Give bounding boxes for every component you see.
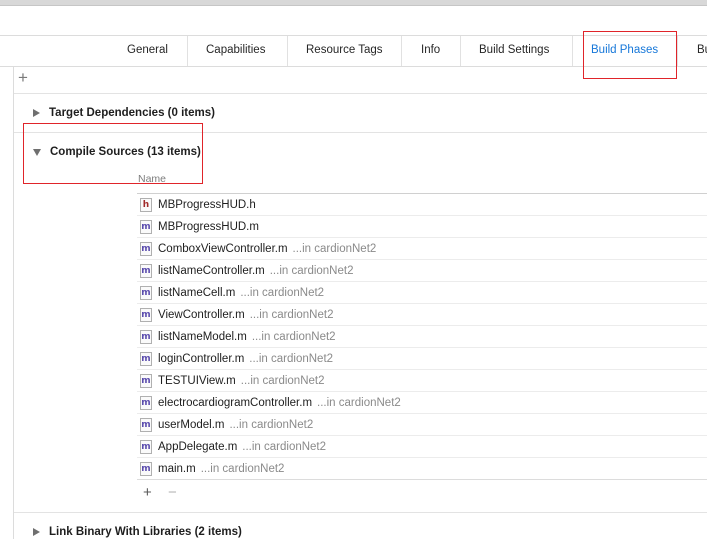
file-location: ...in cardionNet2	[240, 374, 325, 387]
m-file-icon: m	[140, 417, 152, 432]
file-name: MBProgressHUD.m	[158, 220, 259, 233]
file-name: electrocardiogramController.m	[158, 396, 313, 409]
compile-sources-title: Compile Sources (13 items)	[50, 146, 201, 158]
tab-separator	[460, 36, 461, 66]
disclosure-triangle-icon[interactable]	[33, 109, 40, 117]
left-border	[13, 66, 14, 539]
file-location: ...in cardionNet2	[317, 396, 401, 409]
file-name: ViewController.m	[158, 308, 245, 321]
tab-capabilities[interactable]: Capabilities	[206, 36, 265, 66]
tab-build-settings[interactable]: Build Settings	[479, 36, 549, 66]
remove-source-button[interactable]: −	[168, 485, 177, 501]
m-file-icon: m	[140, 439, 152, 454]
link-binary-title: Link Binary With Libraries (2 items)	[49, 526, 242, 538]
tab-separator	[401, 36, 402, 66]
editor-tab-bar: General Capabilities Resource Tags Info …	[0, 35, 707, 67]
divider	[14, 132, 707, 133]
compile-sources-table: h MBProgressHUD.h m MBProgressHUD.m m ComboxV…	[137, 194, 707, 480]
file-location: ...in cardionNet2	[251, 330, 336, 343]
file-name: listNameCell.m	[158, 286, 236, 299]
m-file-icon: m	[140, 219, 152, 234]
file-location: ...in cardionNet2	[292, 242, 377, 255]
m-file-icon: m	[140, 241, 152, 256]
file-location: ...in cardionNet2	[229, 418, 314, 431]
tab-resource-tags[interactable]: Resource Tags	[306, 36, 383, 66]
top-divider	[0, 5, 707, 6]
file-name: userModel.m	[158, 418, 225, 431]
tab-separator	[187, 36, 188, 66]
table-row[interactable]: m listNameCell.m ...in cardionNet2	[137, 282, 707, 304]
file-name: TESTUIView.m	[158, 374, 236, 387]
m-file-icon: m	[140, 263, 152, 278]
table-row[interactable]: m userModel.m ...in cardionNet2	[137, 414, 707, 436]
file-name: listNameController.m	[158, 264, 265, 277]
table-row[interactable]: m ViewController.m ...in cardionNet2	[137, 304, 707, 326]
file-name: AppDelegate.m	[158, 440, 238, 453]
file-location: ...in cardionNet2	[249, 352, 334, 365]
tab-separator	[572, 36, 573, 66]
m-file-icon: m	[140, 373, 152, 388]
target-dependencies-title: Target Dependencies (0 items)	[49, 107, 215, 119]
m-file-icon: m	[140, 395, 152, 410]
tab-info[interactable]: Info	[421, 36, 440, 66]
tab-build-phases[interactable]: Build Phases	[591, 36, 658, 66]
table-row[interactable]: m ComboxViewController.m ...in cardionNet2	[137, 238, 707, 260]
table-row[interactable]: m AppDelegate.m ...in cardionNet2	[137, 436, 707, 458]
table-row[interactable]: m main.m ...in cardionNet2	[137, 458, 707, 480]
divider	[14, 93, 707, 94]
tab-general[interactable]: General	[127, 36, 168, 66]
compile-sources-section[interactable]: Compile Sources (13 items)	[33, 144, 201, 160]
file-name: listNameModel.m	[158, 330, 247, 343]
file-name: main.m	[158, 462, 196, 475]
table-row[interactable]: m TESTUIView.m ...in cardionNet2	[137, 370, 707, 392]
m-file-icon: m	[140, 329, 152, 344]
table-row[interactable]: m electrocardiogramController.m ...in card…	[137, 392, 707, 414]
link-binary-section[interactable]: Link Binary With Libraries (2 items)	[33, 524, 242, 540]
table-row[interactable]: m MBProgressHUD.m	[137, 216, 707, 238]
file-location: ...in cardionNet2	[200, 462, 285, 475]
file-name: loginController.m	[158, 352, 245, 365]
divider	[14, 512, 707, 513]
file-location: ...in cardionNet2	[240, 286, 325, 299]
tab-separator	[287, 36, 288, 66]
file-location: ...in cardionNet2	[269, 264, 354, 277]
table-row[interactable]: m loginController.m ...in cardionNet2	[137, 348, 707, 370]
file-location: ...in cardionNet2	[242, 440, 327, 453]
column-header-name[interactable]: Name	[138, 173, 166, 185]
table-row[interactable]: m listNameModel.m ...in cardionNet2	[137, 326, 707, 348]
disclosure-triangle-icon[interactable]	[33, 148, 41, 156]
h-file-icon: h	[140, 197, 152, 212]
disclosure-triangle-icon[interactable]	[33, 528, 40, 536]
add-build-phase-button[interactable]: +	[14, 69, 32, 87]
target-dependencies-section[interactable]: Target Dependencies (0 items)	[33, 105, 215, 121]
file-location: ...in cardionNet2	[249, 308, 334, 321]
tab-build-rules[interactable]: Bu	[697, 36, 707, 66]
file-name: ComboxViewController.m	[158, 242, 288, 255]
m-file-icon: m	[140, 285, 152, 300]
table-row[interactable]: m listNameController.m ...in cardionNet2	[137, 260, 707, 282]
m-file-icon: m	[140, 351, 152, 366]
m-file-icon: m	[140, 307, 152, 322]
file-name: MBProgressHUD.h	[158, 198, 256, 211]
table-row[interactable]: h MBProgressHUD.h	[137, 194, 707, 216]
tab-separator	[677, 36, 678, 66]
m-file-icon: m	[140, 461, 152, 476]
add-source-button[interactable]: +	[143, 485, 152, 501]
